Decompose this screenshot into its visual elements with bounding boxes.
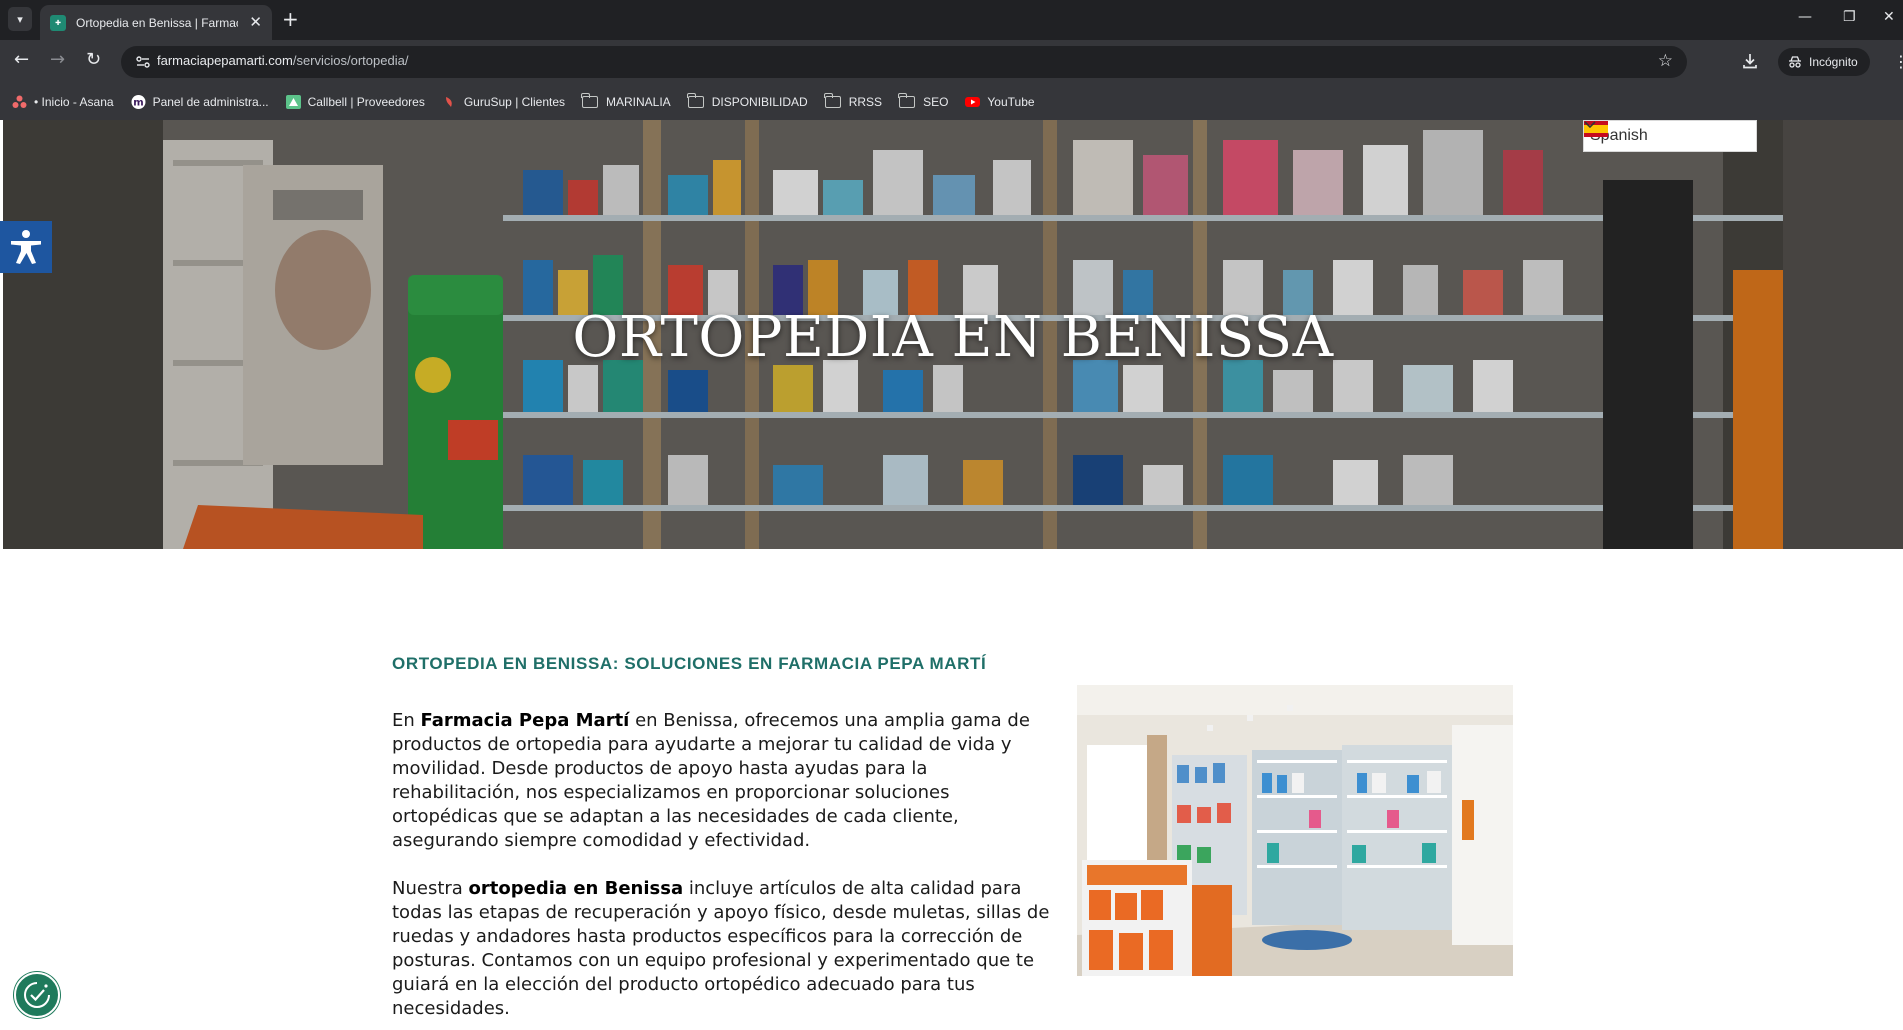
close-window-icon[interactable]: ✕ (1883, 10, 1895, 24)
pharmacy-interior-photo (1077, 685, 1513, 976)
new-tab-icon[interactable]: + (282, 9, 299, 29)
folder-icon (581, 93, 598, 108)
chevron-down-icon (1584, 121, 1596, 129)
section-heading: ORTOPEDIA EN BENISSA: SOLUCIONES EN FARM… (392, 654, 987, 673)
bookmark-folder-disponibilidad[interactable]: DISPONIBILIDAD (687, 93, 808, 109)
restore-icon[interactable]: ❐ (1843, 10, 1856, 24)
url-path: /servicios/ortopedia/ (292, 53, 409, 68)
bookmark-panel-admin[interactable]: m Panel de administra... (131, 95, 269, 109)
hero-title: ORTOPEDIA EN BENISSA (572, 305, 1334, 370)
minimize-icon[interactable]: — (1798, 10, 1812, 24)
bookmark-star-icon[interactable]: ☆ (1658, 51, 1673, 71)
bookmark-folder-seo[interactable]: SEO (898, 93, 949, 109)
language-selector[interactable]: Spanish (1583, 120, 1757, 152)
hero-banner: ORTOPEDIA EN BENISSA Spanish (3, 120, 1903, 549)
bookmark-asana[interactable]: • Inicio - Asana (12, 95, 114, 109)
bookmark-label: RRSS (848, 95, 883, 109)
bookmark-label: YouTube (987, 95, 1035, 109)
browser-menu-icon[interactable]: ⋮ (1893, 52, 1903, 71)
paragraph-intro: En Farmacia Pepa Martí en Benissa, ofrec… (392, 709, 1059, 853)
content-text: En Farmacia Pepa Martí en Benissa, ofrec… (392, 709, 1059, 1030)
bookmark-folder-marinalia[interactable]: MARINALIA (581, 93, 671, 109)
web-page: ORTOPEDIA EN BENISSA Spanish ORTOPEDIA E… (0, 120, 1903, 1030)
tab-search-icon[interactable]: ▾ (8, 7, 32, 31)
m-logo-icon: m (131, 95, 146, 109)
bookmark-label: DISPONIBILIDAD (711, 95, 808, 109)
cookie-check-icon (24, 982, 50, 1008)
site-info-icon[interactable] (135, 54, 151, 70)
cookie-consent-button[interactable] (14, 972, 60, 1018)
bookmark-label: SEO (923, 95, 949, 109)
folder-icon (898, 93, 916, 108)
site-favicon-icon: ✚ (50, 14, 66, 31)
accessibility-icon (11, 230, 41, 264)
svg-text:m: m (133, 98, 143, 109)
forward-icon[interactable]: → (50, 51, 65, 69)
tab-title: Ortopedia en Benissa | Farmacia (76, 15, 238, 30)
active-tab[interactable]: ✚ Ortopedia en Benissa | Farmacia ✕ (40, 5, 272, 40)
bookmark-label: Callbell | Proveedores (307, 95, 425, 109)
reload-icon[interactable]: ↻ (86, 51, 101, 69)
bookmarks-bar: • Inicio - Asana m Panel de administra..… (0, 84, 1903, 120)
incognito-badge[interactable]: Incógnito (1778, 48, 1870, 76)
incognito-label: Incógnito (1809, 55, 1858, 69)
address-bar[interactable]: farmaciapepamarti.com/servicios/ortopedi… (121, 46, 1687, 78)
folder-icon (824, 93, 841, 108)
text-run: incluye artículos de alta calidad para t… (392, 878, 1050, 1019)
paragraph-services: Nuestra ortopedia en Benissa incluye art… (392, 877, 1059, 1021)
browser-toolbar: ← → ↻ farmaciapepamarti.com/servicios/or… (0, 40, 1903, 84)
tab-strip: ▾ ✚ Ortopedia en Benissa | Farmacia ✕ + … (0, 0, 1903, 40)
text-bold: ortopedia en Benissa (468, 878, 684, 899)
callbell-icon (285, 95, 301, 109)
back-icon[interactable]: ← (14, 51, 29, 69)
bookmark-label: • Inicio - Asana (34, 95, 114, 109)
incognito-icon (1789, 56, 1801, 68)
url-text: farmaciapepamarti.com/servicios/ortopedi… (157, 53, 408, 68)
youtube-icon (965, 97, 981, 107)
asana-icon (12, 95, 27, 108)
url-host: farmaciapepamarti.com (157, 53, 293, 68)
accessibility-button[interactable] (0, 221, 52, 273)
tab-close-icon[interactable]: ✕ (249, 15, 262, 30)
download-icon[interactable] (1741, 52, 1759, 70)
bookmark-label: MARINALIA (606, 95, 671, 109)
bookmark-label: GuruSup | Clientes (463, 95, 565, 109)
bookmark-callbell[interactable]: Callbell | Proveedores (285, 95, 425, 109)
bookmark-youtube[interactable]: YouTube (965, 95, 1035, 109)
folder-icon (687, 93, 704, 108)
bookmark-folder-rrss[interactable]: RRSS (824, 93, 883, 109)
text-run: En (392, 710, 421, 731)
gurusup-icon (445, 97, 452, 107)
bookmark-label: Panel de administra... (152, 95, 269, 109)
text-bold: Farmacia Pepa Martí (420, 710, 630, 731)
text-run: Nuestra (392, 878, 469, 899)
text-run: en Benissa, ofrecemos una amplia gama de… (392, 710, 1030, 851)
bookmark-gurusup[interactable]: GuruSup | Clientes (442, 95, 565, 109)
